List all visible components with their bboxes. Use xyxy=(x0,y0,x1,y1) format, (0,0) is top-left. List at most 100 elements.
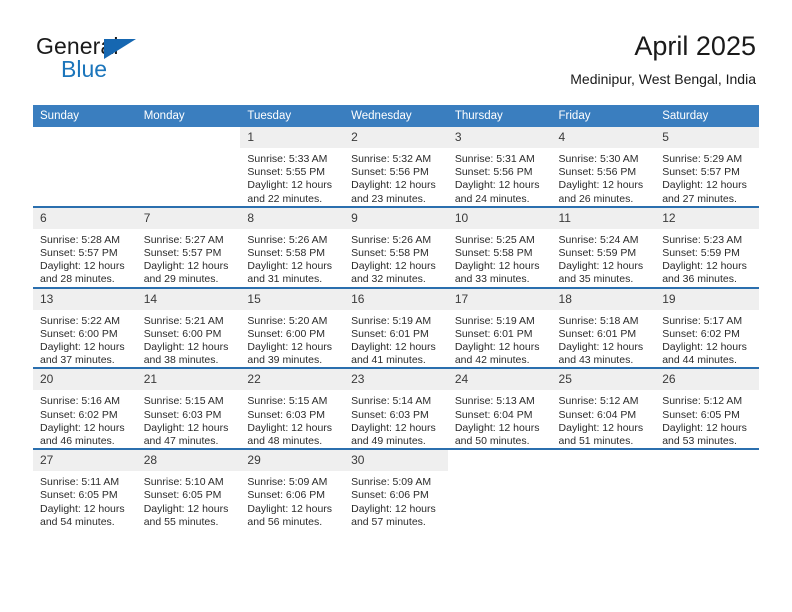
calendar-day-cell[interactable]: 1 Sunrise: 5:33 AM Sunset: 5:55 PM Daylight… xyxy=(240,127,345,207)
day-number: 18 xyxy=(551,288,656,310)
day-number: 14 xyxy=(136,288,241,310)
day-details: Sunrise: 5:16 AM Sunset: 6:02 PM Daylight:… xyxy=(33,390,137,448)
day-sunrise-text: Sunrise: 5:20 AM xyxy=(247,314,328,327)
calendar-header-row: Sunday Monday Tuesday Wednesday Thursday… xyxy=(33,105,759,127)
day-details: Sunrise: 5:19 AM Sunset: 6:01 PM Daylight:… xyxy=(344,310,448,368)
day-sunrise-text: Sunrise: 5:19 AM xyxy=(454,314,535,327)
day-daylight-text: and 31 minutes. xyxy=(247,273,323,286)
calendar-day-cell[interactable]: 14 Sunrise: 5:21 AM Sunset: 6:00 PM Dayligh… xyxy=(136,286,241,369)
day-sunrise-text: Sunrise: 5:15 AM xyxy=(143,395,224,408)
calendar-day-cell[interactable]: 28 Sunrise: 5:10 AM Sunset: 6:05 PM Dayligh… xyxy=(136,448,241,530)
calendar-day-cell[interactable]: 5 Sunrise: 5:29 AM Sunset: 5:57 PM Daylight… xyxy=(655,127,759,207)
day-sunrise-text: Sunrise: 5:32 AM xyxy=(351,153,432,165)
day-daylight-text: and 41 minutes. xyxy=(351,354,426,367)
day-details: Sunrise: 5:20 AM Sunset: 6:00 PM Daylight:… xyxy=(240,310,344,368)
day-number: 22 xyxy=(240,369,345,391)
day-sunrise-text: Sunrise: 5:27 AM xyxy=(143,233,224,246)
calendar-day-cell[interactable]: 11 Sunrise: 5:24 AM Sunset: 5:59 PM Dayligh… xyxy=(551,205,656,288)
day-daylight-text: and 22 minutes. xyxy=(247,192,323,205)
calendar-day-cell[interactable]: 13 Sunrise: 5:22 AM Sunset: 6:00 PM Dayligh… xyxy=(33,286,137,369)
calendar-day-cell[interactable]: 8 Sunrise: 5:26 AM Sunset: 5:58 PM Daylight… xyxy=(240,205,345,288)
day-number: 23 xyxy=(344,369,448,391)
calendar-day-cell[interactable]: 21 Sunrise: 5:15 AM Sunset: 6:03 PM Dayligh… xyxy=(136,367,241,450)
day-daylight-text: Daylight: 12 hours xyxy=(143,260,229,273)
day-number: 29 xyxy=(240,450,345,472)
day-daylight-text: and 48 minutes. xyxy=(247,435,323,448)
day-sunset-text: Sunset: 6:03 PM xyxy=(351,408,429,421)
calendar-day-cell[interactable]: 30 Sunrise: 5:09 AM Sunset: 6:06 PM Dayligh… xyxy=(344,448,448,530)
calendar-day-cell[interactable]: 7 Sunrise: 5:27 AM Sunset: 5:57 PM Daylight… xyxy=(136,205,241,288)
calendar-day-cell[interactable]: 25 Sunrise: 5:12 AM Sunset: 6:04 PM Dayligh… xyxy=(551,367,656,450)
calendar-day-cell[interactable]: 10 Sunrise: 5:25 AM Sunset: 5:58 PM Dayligh… xyxy=(447,205,552,288)
calendar-day-cell[interactable]: 22 Sunrise: 5:15 AM Sunset: 6:03 PM Dayligh… xyxy=(240,367,345,450)
calendar-day-cell[interactable]: 26 Sunrise: 5:12 AM Sunset: 6:05 PM Dayligh… xyxy=(655,367,759,450)
day-details: Sunrise: 5:10 AM Sunset: 6:05 PM Daylight:… xyxy=(137,471,241,529)
day-number: 17 xyxy=(447,288,552,310)
calendar-day-cell[interactable]: 24 Sunrise: 5:13 AM Sunset: 6:04 PM Dayligh… xyxy=(447,367,552,450)
weekday-header-monday: Monday xyxy=(136,105,241,127)
calendar-day-cell[interactable]: 2 Sunrise: 5:32 AM Sunset: 5:56 PM Daylight… xyxy=(344,127,448,207)
day-number: 11 xyxy=(551,207,656,229)
calendar-day-cell[interactable]: 29 Sunrise: 5:09 AM Sunset: 6:06 PM Dayligh… xyxy=(240,448,345,530)
calendar-day-cell[interactable]: 4 Sunrise: 5:30 AM Sunset: 5:56 PM Daylight… xyxy=(551,127,656,207)
calendar-day-cell[interactable]: 23 Sunrise: 5:14 AM Sunset: 6:03 PM Dayligh… xyxy=(344,367,448,450)
day-sunrise-text: Sunrise: 5:30 AM xyxy=(558,153,639,165)
calendar-day-cell[interactable]: 15 Sunrise: 5:20 AM Sunset: 6:00 PM Dayligh… xyxy=(240,286,345,369)
calendar-day-cell[interactable]: 3 Sunrise: 5:31 AM Sunset: 5:56 PM Daylight… xyxy=(447,127,552,207)
day-sunset-text: Sunset: 5:57 PM xyxy=(40,247,118,260)
calendar-day-cell[interactable]: 12 Sunrise: 5:23 AM Sunset: 5:59 PM Dayligh… xyxy=(655,205,759,288)
calendar-day-cell[interactable]: 16 Sunrise: 5:19 AM Sunset: 6:01 PM Dayligh… xyxy=(344,286,448,369)
day-daylight-text: and 50 minutes. xyxy=(454,435,530,448)
calendar-day-cell[interactable]: 9 Sunrise: 5:26 AM Sunset: 5:58 PM Daylight… xyxy=(344,205,448,288)
calendar-week-row: 27 Sunrise: 5:11 AM Sunset: 6:05 PM Dayligh… xyxy=(33,448,759,530)
day-number: 7 xyxy=(136,207,241,229)
day-daylight-text: Daylight: 12 hours xyxy=(662,179,747,192)
day-daylight-text: and 55 minutes. xyxy=(143,515,219,528)
calendar-day-cell[interactable]: 18 Sunrise: 5:18 AM Sunset: 6:01 PM Dayligh… xyxy=(551,286,656,369)
calendar-day-cell[interactable]: 19 Sunrise: 5:17 AM Sunset: 6:02 PM Dayligh… xyxy=(655,286,759,369)
day-daylight-text: and 29 minutes. xyxy=(143,273,219,286)
day-sunrise-text: Sunrise: 5:29 AM xyxy=(662,153,743,165)
calendar-page: General Blue April 2025 Medinipur, West … xyxy=(0,0,792,612)
day-details: Sunrise: 5:09 AM Sunset: 6:06 PM Daylight:… xyxy=(240,471,344,529)
day-daylight-text: Daylight: 12 hours xyxy=(454,260,540,273)
calendar-day-cell[interactable]: 6 Sunrise: 5:28 AM Sunset: 5:57 PM Daylight… xyxy=(33,205,137,288)
triangle-flag-icon xyxy=(104,39,136,59)
day-daylight-text: Daylight: 12 hours xyxy=(247,341,333,354)
day-sunrise-text: Sunrise: 5:25 AM xyxy=(454,233,535,246)
day-daylight-text: and 28 minutes. xyxy=(40,273,115,286)
day-daylight-text: Daylight: 12 hours xyxy=(662,341,747,354)
day-number xyxy=(136,127,241,148)
day-details: Sunrise: 5:33 AM Sunset: 5:55 PM Daylight:… xyxy=(240,148,344,206)
weekday-header-wednesday: Wednesday xyxy=(344,105,448,127)
calendar-body: 1 Sunrise: 5:33 AM Sunset: 5:55 PM Daylight… xyxy=(33,127,759,530)
day-sunset-text: Sunset: 6:01 PM xyxy=(351,327,429,340)
day-sunrise-text: Sunrise: 5:31 AM xyxy=(454,153,535,165)
day-sunrise-text: Sunrise: 5:28 AM xyxy=(40,233,120,246)
day-sunset-text: Sunset: 6:03 PM xyxy=(247,408,326,421)
day-details: Sunrise: 5:09 AM Sunset: 6:06 PM Daylight:… xyxy=(344,471,448,529)
day-details: Sunrise: 5:14 AM Sunset: 6:03 PM Daylight:… xyxy=(344,390,448,448)
day-number: 5 xyxy=(655,127,759,148)
calendar-day-cell[interactable]: 17 Sunrise: 5:19 AM Sunset: 6:01 PM Dayligh… xyxy=(447,286,552,369)
calendar-day-cell-empty xyxy=(33,127,137,207)
day-daylight-text: and 36 minutes. xyxy=(662,273,737,286)
weekday-header-tuesday: Tuesday xyxy=(240,105,345,127)
day-number: 2 xyxy=(344,127,448,148)
calendar-day-cell-empty xyxy=(551,448,656,530)
day-sunset-text: Sunset: 6:06 PM xyxy=(351,489,429,502)
day-details: Sunrise: 5:31 AM Sunset: 5:56 PM Daylight:… xyxy=(448,148,552,206)
calendar-day-cell[interactable]: 27 Sunrise: 5:11 AM Sunset: 6:05 PM Dayligh… xyxy=(33,448,137,530)
day-sunset-text: Sunset: 6:05 PM xyxy=(40,489,118,502)
calendar-day-cell-empty xyxy=(447,448,552,530)
day-sunset-text: Sunset: 5:58 PM xyxy=(454,247,533,260)
day-daylight-text: and 42 minutes. xyxy=(454,354,530,367)
day-number: 4 xyxy=(551,127,656,148)
brand-name-blue: Blue xyxy=(61,56,108,82)
day-sunrise-text: Sunrise: 5:15 AM xyxy=(247,395,328,408)
day-details: Sunrise: 5:32 AM Sunset: 5:56 PM Daylight:… xyxy=(344,148,448,206)
weekday-header-thursday: Thursday xyxy=(447,105,552,127)
day-sunrise-text: Sunrise: 5:17 AM xyxy=(662,314,743,327)
day-daylight-text: and 57 minutes. xyxy=(351,515,426,528)
calendar-day-cell[interactable]: 20 Sunrise: 5:16 AM Sunset: 6:02 PM Dayligh… xyxy=(33,367,137,450)
